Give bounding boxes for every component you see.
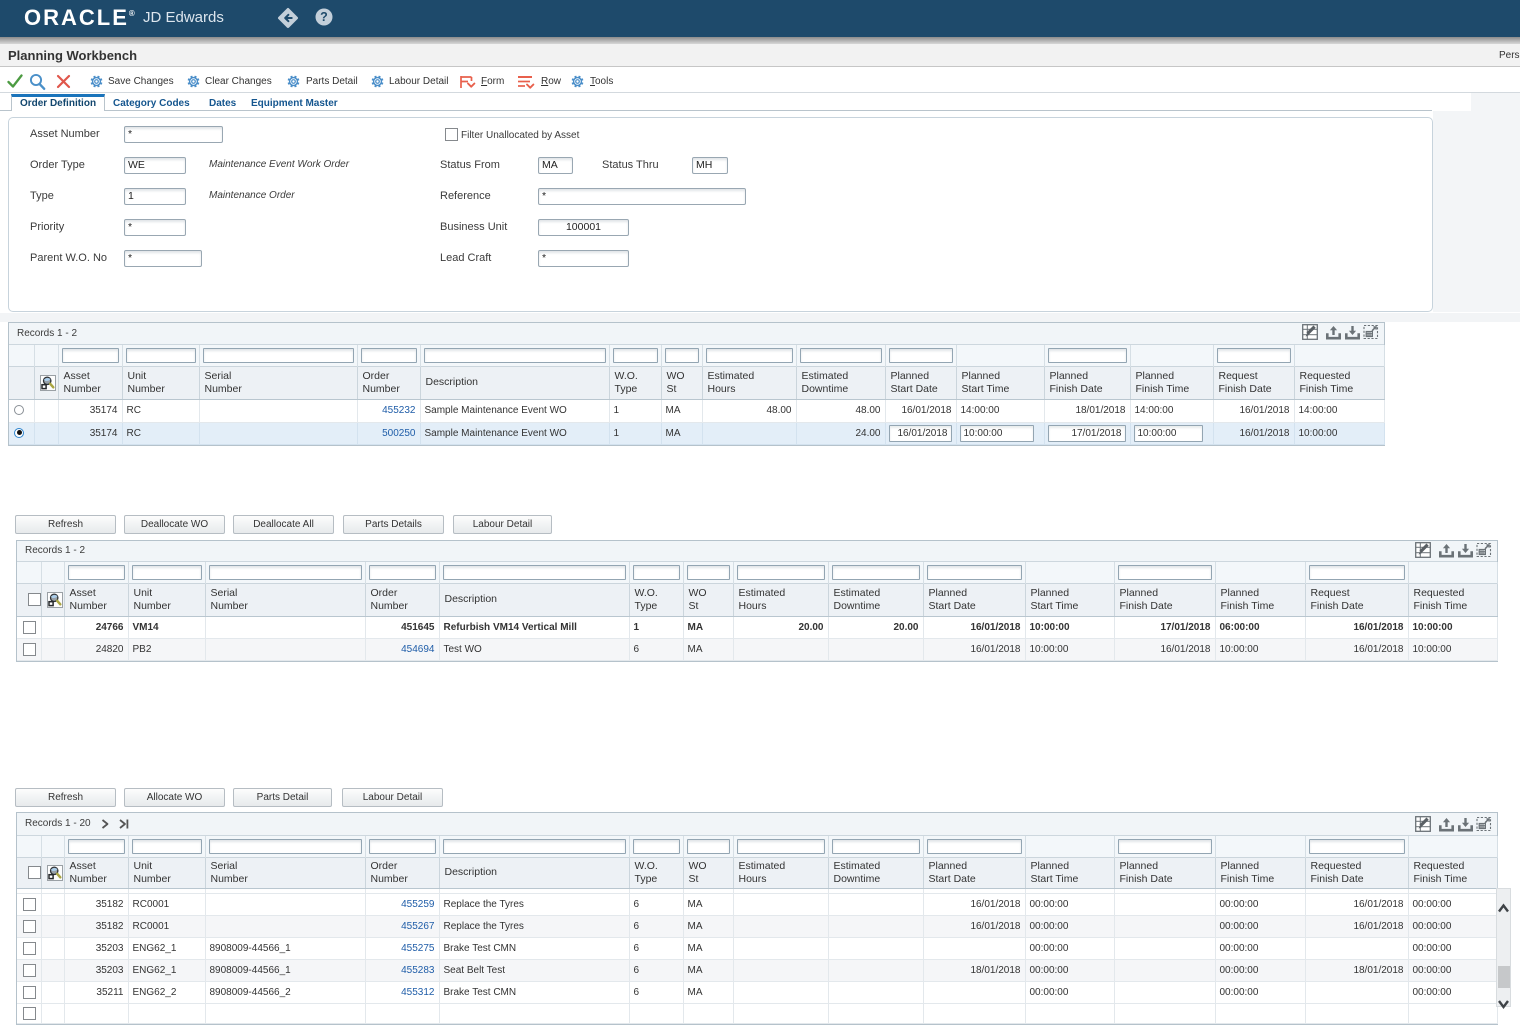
svg-text:?: ? (320, 10, 328, 24)
